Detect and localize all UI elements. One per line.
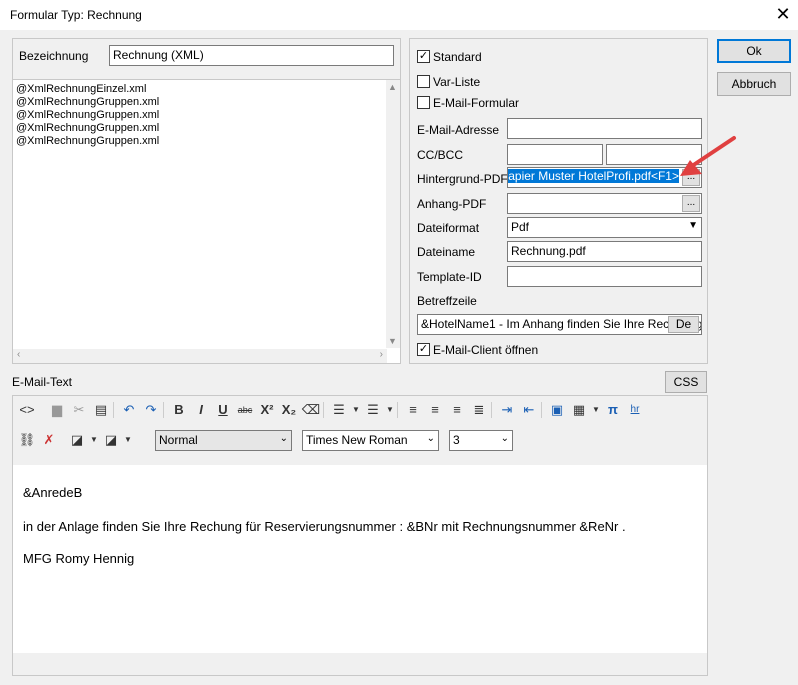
anhang-browse-button[interactable]: ... <box>682 195 700 212</box>
chevron-down-icon[interactable]: ▼ <box>591 400 601 420</box>
hintergrund-pdf-value: Briefpapier Muster HotelProfi.pdf<F1> <box>508 169 679 183</box>
editor-toolbar-2: ⛓ ✗ ◪ ▼ ◪ ▼ <box>17 430 133 450</box>
hr-icon[interactable]: hr <box>625 400 645 420</box>
dateiformat-select[interactable]: Pdf ▼ <box>507 217 702 238</box>
cut-icon[interactable]: ✂ <box>69 400 89 420</box>
subscript-icon[interactable]: X₂ <box>279 400 299 420</box>
ccbcc-label: CC/BCC <box>417 148 464 162</box>
redo-icon[interactable]: ↷ <box>141 400 161 420</box>
vertical-scrollbar[interactable]: ▲ ▼ <box>386 80 400 348</box>
varliste-label: Var-Liste <box>433 75 481 89</box>
email-formular-checkbox[interactable] <box>417 96 430 109</box>
horizontal-scrollbar[interactable]: ‹ › <box>13 349 387 363</box>
hintergrund-pdf-field[interactable]: Briefpapier Muster HotelProfi.pdf<F1> <box>507 167 702 188</box>
email-line-greeting: &AnredeB <box>23 485 83 500</box>
fill-color-icon[interactable]: ◪ <box>67 430 87 450</box>
numbered-list-icon[interactable]: ☰ <box>329 400 349 420</box>
list-item[interactable]: @XmlRechnungGruppen.xml <box>16 96 159 109</box>
email-formular-label: E-Mail-Formular <box>433 96 520 110</box>
template-id-field[interactable] <box>507 266 702 287</box>
font-size-select[interactable]: 3 ⌄ <box>449 430 513 451</box>
list-item[interactable]: @XmlRechnungGruppen.xml <box>16 135 159 148</box>
undo-icon[interactable]: ↶ <box>119 400 139 420</box>
strikethrough-icon[interactable]: abc <box>235 400 255 420</box>
paragraph-format-value: Normal <box>159 433 198 447</box>
standard-label: Standard <box>433 50 482 64</box>
annotation-arrow <box>680 136 736 176</box>
scroll-down-icon[interactable]: ▼ <box>388 336 397 346</box>
cancel-button[interactable]: Abbruch <box>717 72 791 96</box>
indent-icon[interactable]: ⇥ <box>497 400 517 420</box>
email-client-checkbox[interactable]: ✓ <box>417 343 430 356</box>
chevron-down-icon[interactable]: ▼ <box>351 400 361 420</box>
chevron-down-icon[interactable]: ▼ <box>123 430 133 450</box>
paragraph-format-select[interactable]: Normal ⌄ <box>155 430 292 451</box>
align-right-icon[interactable]: ≡ <box>447 400 467 420</box>
bezeichnung-label: Bezeichnung <box>19 49 89 63</box>
email-text-label: E-Mail-Text <box>12 375 73 389</box>
bold-icon[interactable]: B <box>169 400 189 420</box>
link-icon[interactable]: ⛓ <box>17 430 37 450</box>
editor-content[interactable]: &AnredeB in der Anlage finden Sie Ihre R… <box>13 465 707 653</box>
anhang-pdf-field[interactable] <box>507 193 702 214</box>
bezeichnung-field[interactable]: Rechnung (XML) <box>109 45 394 66</box>
pi-icon[interactable]: π <box>603 400 623 420</box>
eraser-icon[interactable]: ⌫ <box>301 400 321 420</box>
font-size-value: 3 <box>453 433 460 447</box>
dateiname-field[interactable]: Rechnung.pdf <box>507 241 702 262</box>
hintergrund-pdf-label: Hintergrund-PDF <box>417 172 508 186</box>
dateiname-label: Dateiname <box>417 245 476 259</box>
cc-field[interactable] <box>507 144 603 165</box>
align-left-icon[interactable]: ≡ <box>403 400 423 420</box>
list-item[interactable]: @XmlRechnungGruppen.xml <box>16 122 159 135</box>
justify-icon[interactable]: ≣ <box>469 400 489 420</box>
bullet-list-icon[interactable]: ☰ <box>363 400 383 420</box>
scroll-right-icon[interactable]: › <box>380 349 383 360</box>
italic-icon[interactable]: I <box>191 400 211 420</box>
email-address-field[interactable] <box>507 118 702 139</box>
outdent-icon[interactable]: ⇤ <box>519 400 539 420</box>
window-title: Formular Typ: Rechnung <box>10 8 142 22</box>
list-item[interactable]: @XmlRechnungEinzel.xml <box>16 83 159 96</box>
file-list[interactable]: @XmlRechnungEinzel.xml @XmlRechnungGrupp… <box>12 79 401 364</box>
editor-toolbar-1: <> ▆ ✂ ▤ ↶ ↷ B I U abc X² X₂ ⌫ ☰ ▼ ☰ ▼ ≡… <box>17 400 645 420</box>
font-family-select[interactable]: Times New Roman ⌄ <box>302 430 439 451</box>
dateiformat-label: Dateiformat <box>417 221 480 235</box>
email-address-label: E-Mail-Adresse <box>417 123 500 137</box>
paste-icon[interactable]: ▤ <box>91 400 111 420</box>
chevron-down-icon[interactable]: ▼ <box>385 400 395 420</box>
dateiformat-value: Pdf <box>511 220 530 234</box>
superscript-icon[interactable]: X² <box>257 400 277 420</box>
list-item[interactable]: @XmlRechnungGruppen.xml <box>16 109 159 122</box>
betreffzeile-label: Betreffzeile <box>417 294 477 308</box>
anhang-pdf-label: Anhang-PDF <box>417 197 487 211</box>
text-color-icon[interactable]: ◪ <box>101 430 121 450</box>
chevron-down-icon: ▼ <box>688 220 698 231</box>
align-center-icon[interactable]: ≡ <box>425 400 445 420</box>
chevron-down-icon: ⌄ <box>500 433 509 444</box>
image-icon[interactable]: ▣ <box>547 400 567 420</box>
table-icon[interactable]: ▦ <box>569 400 589 420</box>
source-icon[interactable]: <> <box>17 400 37 420</box>
email-client-label: E-Mail-Client öffnen <box>433 343 539 357</box>
scroll-left-icon[interactable]: ‹ <box>17 349 20 360</box>
scroll-up-icon[interactable]: ▲ <box>388 82 397 92</box>
betreff-language-button[interactable]: De <box>668 316 699 333</box>
chevron-down-icon[interactable]: ▼ <box>89 430 99 450</box>
chevron-down-icon: ⌄ <box>279 433 288 444</box>
css-button[interactable]: CSS <box>665 371 707 393</box>
varliste-checkbox[interactable] <box>417 75 430 88</box>
font-family-value: Times New Roman <box>306 433 408 447</box>
standard-checkbox[interactable]: ✓ <box>417 50 430 63</box>
template-id-label: Template-ID <box>417 270 482 284</box>
copy-icon[interactable]: ▆ <box>47 400 67 420</box>
betreffzeile-field[interactable]: &HotelName1 - Im Anhang finden Sie Ihre … <box>417 314 702 335</box>
chevron-down-icon: ⌄ <box>426 433 435 444</box>
unlink-icon[interactable]: ✗ <box>39 430 59 450</box>
ok-button[interactable]: Ok <box>717 39 791 63</box>
underline-icon[interactable]: U <box>213 400 233 420</box>
close-icon[interactable]: ✕ <box>770 2 796 26</box>
email-line-body: in der Anlage finden Sie Ihre Rechung fü… <box>23 519 626 534</box>
email-line-signature: MFG Romy Hennig <box>23 551 135 566</box>
